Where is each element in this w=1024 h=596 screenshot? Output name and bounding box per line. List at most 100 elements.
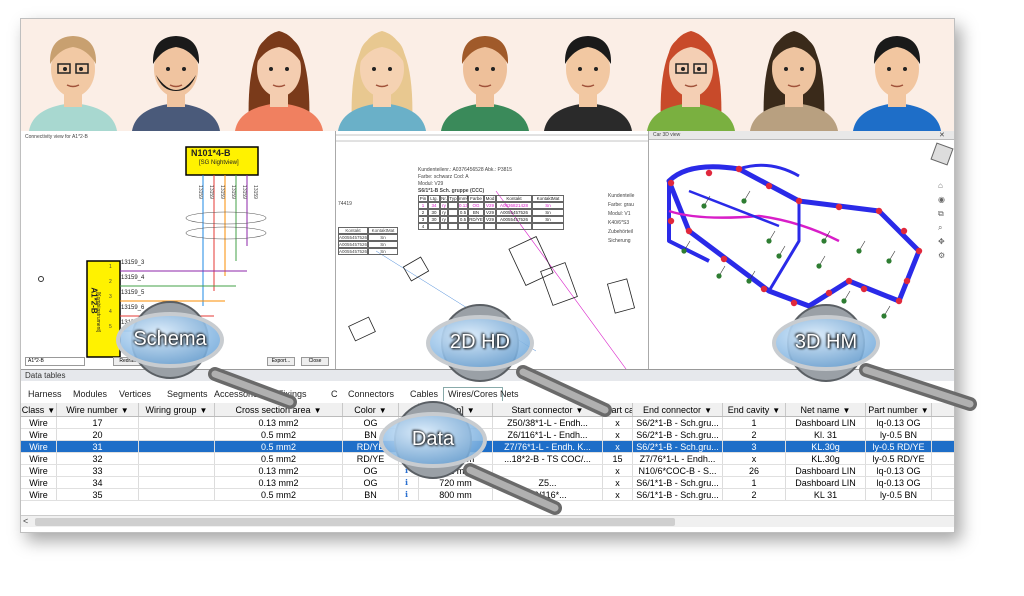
data-tab[interactable]: Nets <box>495 387 524 401</box>
harness-component[interactable] <box>716 273 722 279</box>
table-cell <box>139 441 215 452</box>
harness-node[interactable] <box>765 182 773 190</box>
filter-icon[interactable]: ▼ <box>843 406 851 415</box>
column-header[interactable]: Wire number ▼ <box>57 403 139 416</box>
harness-node[interactable] <box>825 289 833 297</box>
fit-icon[interactable]: ⧉ <box>938 209 944 219</box>
column-header[interactable]: [ration] ▼ <box>419 403 493 416</box>
info-icon[interactable]: ℹ <box>405 453 408 465</box>
data-tab[interactable]: Cables <box>405 387 443 401</box>
harness-component[interactable] <box>821 238 827 244</box>
harness-component[interactable] <box>856 248 862 254</box>
column-header[interactable]: End cavity ▼ <box>723 403 786 416</box>
schema-input[interactable]: A1*2-B <box>25 357 85 366</box>
data-tab[interactable]: C <box>326 387 343 401</box>
data-tab[interactable]: Wires/Cores <box>443 387 503 401</box>
filter-icon[interactable]: ▼ <box>704 406 712 415</box>
harness-segment[interactable] <box>688 189 780 228</box>
column-header[interactable]: Part number ▼ <box>866 403 932 416</box>
column-header[interactable]: Color ▼ <box>343 403 399 416</box>
scrollbar-thumb[interactable] <box>35 518 675 526</box>
harness-node[interactable] <box>735 165 743 173</box>
data-tab[interactable]: Harness <box>23 387 67 401</box>
pan-icon[interactable]: ✥ <box>938 237 945 246</box>
harness-node[interactable] <box>685 227 693 235</box>
harness-component[interactable] <box>681 248 687 254</box>
pin-table-cell: 4 <box>418 223 428 230</box>
harness-component[interactable] <box>766 238 772 244</box>
filter-icon[interactable]: ▼ <box>314 406 322 415</box>
table-row[interactable]: Wire 35 0.5 mm2 BN 800 mm Z6/116*... x S6/1*1-B… <box>21 489 954 501</box>
table-row[interactable]: Wire 34 0.13 mm2 OG 720 mm Z5... x S6/1*1-B - S… <box>21 477 954 489</box>
harness-node[interactable] <box>720 255 728 263</box>
export-button[interactable]: Export... <box>267 357 295 366</box>
info-icon[interactable]: ℹ <box>405 465 408 477</box>
harness-component[interactable] <box>816 263 822 269</box>
harness-component[interactable] <box>886 258 892 264</box>
column-header[interactable]: Class ▼ <box>21 403 57 416</box>
filter-icon[interactable]: ▼ <box>576 406 584 415</box>
pin-number: 1 <box>109 264 112 270</box>
harness-component[interactable] <box>741 198 747 204</box>
harness-node[interactable] <box>915 247 923 255</box>
horizontal-scrollbar[interactable]: < <box>21 515 954 527</box>
filter-icon[interactable]: ▼ <box>772 406 780 415</box>
data-tab[interactable]: Modules <box>68 387 112 401</box>
harness-node[interactable] <box>895 297 903 305</box>
filter-icon[interactable]: ▼ <box>467 406 475 415</box>
data-tab[interactable]: Accessories <box>209 387 268 401</box>
column-header[interactable] <box>399 403 419 416</box>
scroll-left-icon[interactable]: < <box>23 516 28 526</box>
harness-node[interactable] <box>835 203 843 211</box>
column-header[interactable]: End connector ▼ <box>633 403 723 416</box>
column-header[interactable]: Cross section area ▼ <box>215 403 343 416</box>
filter-icon[interactable]: ▼ <box>921 406 929 415</box>
simply-mode-checkbox[interactable]: Simply mode <box>149 359 178 365</box>
column-header[interactable]: Net name ▼ <box>786 403 866 416</box>
harness-node[interactable] <box>790 299 798 307</box>
filter-icon[interactable]: ▼ <box>121 406 129 415</box>
column-header[interactable]: Wiring group ▼ <box>139 403 215 416</box>
filter-icon[interactable]: ▼ <box>200 406 208 415</box>
close-button[interactable]: Close <box>301 357 329 366</box>
column-header-label: Part number <box>868 405 918 415</box>
pin-table-cell: 2 <box>418 209 428 216</box>
harness-node[interactable] <box>760 285 768 293</box>
column-header[interactable]: Start cavity▼ <box>603 403 633 416</box>
harness-node[interactable] <box>860 285 868 293</box>
zoom-icon[interactable]: ⌕ <box>938 223 942 233</box>
harness-segment[interactable] <box>666 164 922 309</box>
harness-component[interactable] <box>776 253 782 259</box>
harness-node[interactable] <box>705 169 713 177</box>
harness-segment[interactable] <box>767 201 801 292</box>
data-tab[interactable]: Fixings <box>273 387 312 401</box>
harness-component[interactable] <box>746 278 752 284</box>
harness-component[interactable] <box>841 298 847 304</box>
harness-node[interactable] <box>845 277 853 285</box>
info-icon[interactable]: ℹ <box>405 477 408 489</box>
harness-node[interactable] <box>667 179 675 187</box>
orbit-icon[interactable]: ◉ <box>938 195 945 204</box>
screenshot-stage: Connectivity view for A1*2-B N101*4-B [S… <box>0 0 1024 596</box>
info-icon[interactable]: ℹ <box>405 489 408 501</box>
harness-node[interactable] <box>875 207 883 215</box>
table-cell: 0.5 mm2 <box>215 489 343 500</box>
harness-component[interactable] <box>881 313 887 319</box>
data-tab[interactable]: Vertices <box>114 387 156 401</box>
filter-icon[interactable]: ▼ <box>47 406 55 415</box>
data-tab[interactable]: Connectors <box>343 387 399 401</box>
table-row[interactable]: Wire 33 0.13 mm2 OG 651 mm x N10/6*COC-B - S..… <box>21 465 954 477</box>
redraw-button[interactable]: Redraw <box>113 357 143 366</box>
harness-node[interactable] <box>903 277 911 285</box>
harness-node[interactable] <box>667 217 675 225</box>
harness-component[interactable] <box>701 203 707 209</box>
column-header[interactable]: Start connector ▼ <box>493 403 603 416</box>
data-tab[interactable]: Segments <box>162 387 213 401</box>
table-cell: 2283 mm <box>419 453 493 464</box>
home-icon[interactable]: ⌂ <box>938 181 943 190</box>
harness-node[interactable] <box>795 197 803 205</box>
filter-icon[interactable]: ▼ <box>379 406 387 415</box>
harness-node[interactable] <box>900 227 908 235</box>
table-row[interactable]: Wire 32 0.5 mm2 RD/YE 2283 mm ...18*2-B - TS … <box>21 453 954 465</box>
settings-icon[interactable]: ⚙ <box>938 251 945 260</box>
